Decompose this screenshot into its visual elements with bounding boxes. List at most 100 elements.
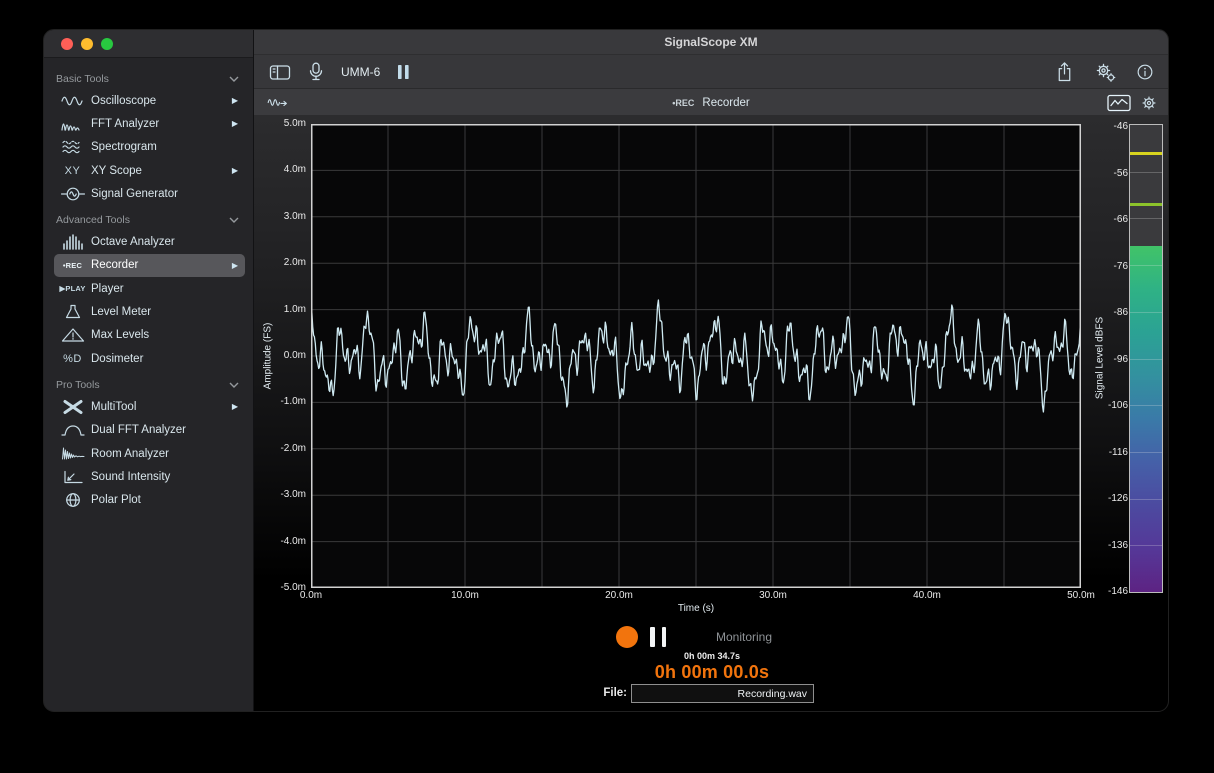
section-label: Basic Tools: [56, 73, 109, 85]
sidebar-item-dual-fft-analyzer[interactable]: Dual FFT Analyzer: [54, 419, 245, 442]
x-tick-label: 40.0m: [897, 590, 957, 602]
level-meter-icon: [56, 304, 89, 320]
elapsed-time: 0h 00m 00.0s: [599, 662, 825, 683]
y-tick-label: 0.0m: [254, 350, 306, 362]
y-tick-label: 2.0m: [254, 257, 306, 269]
sidebar-item-label: Dosimeter: [89, 353, 238, 365]
sidebar: Basic ToolsOscilloscope▶FFT Analyzer▶Spe…: [44, 30, 253, 711]
max-levels-icon: [56, 327, 89, 343]
x-tick-label: 10.0m: [435, 590, 495, 602]
sidebar-item-label: FFT Analyzer: [89, 118, 232, 130]
monitoring-status: Monitoring: [716, 630, 772, 644]
sidebar-item-fft-analyzer[interactable]: FFT Analyzer▶: [54, 112, 245, 135]
gear-icon: [1140, 94, 1158, 112]
input-device-name[interactable]: UMM-6: [341, 65, 380, 79]
oscilloscope-icon: [56, 93, 89, 109]
meter-segment-line: [1130, 405, 1162, 406]
sidebar-item-signal-generator[interactable]: Signal Generator: [54, 182, 245, 205]
meter-segment-line: [1130, 499, 1162, 500]
sound-intensity-icon: [56, 469, 89, 485]
meter-fill: [1130, 246, 1162, 592]
record-button[interactable]: [616, 626, 638, 648]
sidebar-item-label: Signal Generator: [89, 188, 238, 200]
meter-segment-line: [1130, 218, 1162, 219]
sidebar-item-level-meter[interactable]: Level Meter: [54, 300, 245, 323]
meter-segment-line: [1130, 265, 1162, 266]
sidebar-item-player[interactable]: ▶PLAYPlayer: [54, 277, 245, 300]
multitool-icon: [56, 399, 89, 415]
zoom-window-button[interactable]: [101, 38, 113, 50]
y-tick-label: 4.0m: [254, 164, 306, 176]
room-analyzer-icon: [56, 446, 89, 462]
expand-arrow-icon: ▶: [232, 261, 238, 270]
close-window-button[interactable]: [61, 38, 73, 50]
meter-segment-line: [1130, 359, 1162, 360]
toolbar-pause-button[interactable]: [397, 64, 410, 80]
sidebar-item-max-levels[interactable]: Max Levels: [54, 324, 245, 347]
rec-badge: •REC: [672, 98, 694, 108]
file-name-input[interactable]: [631, 684, 814, 703]
microphone-button[interactable]: [308, 62, 324, 82]
gear-button[interactable]: [1140, 94, 1158, 112]
pause-bar: [650, 627, 655, 647]
sidebar-item-label: Recorder: [89, 259, 232, 271]
section-header-advanced-tools[interactable]: Advanced Tools: [54, 209, 245, 230]
sidebar-item-multitool[interactable]: MultiTool▶: [54, 395, 245, 418]
y-tick-label: -3.0m: [254, 489, 306, 501]
expand-arrow-icon: ▶: [232, 119, 238, 128]
sidebar-item-label: Dual FFT Analyzer: [89, 424, 238, 436]
meter-segment-line: [1130, 452, 1162, 453]
sidebar-item-label: Polar Plot: [89, 494, 238, 506]
meter-tick-label: -66: [1080, 214, 1128, 226]
signal-generator-icon: [56, 186, 89, 202]
expand-arrow-icon: ▶: [232, 166, 238, 175]
y-tick-label: 3.0m: [254, 211, 306, 223]
sidebar-item-spectrogram[interactable]: Spectrogram: [54, 136, 245, 159]
dual-fft-analyzer-icon: [56, 422, 89, 438]
minimize-window-button[interactable]: [81, 38, 93, 50]
waveform-plot: [311, 124, 1081, 588]
pause-button[interactable]: [650, 627, 666, 647]
peak-hold-indicator: [1130, 152, 1162, 155]
sidebar-item-recorder[interactable]: •RECRecorder▶: [54, 254, 245, 277]
meter-tick-label: -56: [1080, 168, 1128, 180]
sidebar-item-oscilloscope[interactable]: Oscilloscope▶: [54, 89, 245, 112]
expand-arrow-icon: ▶: [232, 96, 238, 105]
x-tick-label: 20.0m: [589, 590, 649, 602]
meter-segment-line: [1130, 312, 1162, 313]
sidebar-item-sound-intensity[interactable]: Sound Intensity: [54, 465, 245, 488]
sidebar-item-xy-scope[interactable]: XYXY Scope▶: [54, 159, 245, 182]
chevron-down-icon: [229, 217, 239, 223]
sidebar-item-label: Max Levels: [89, 329, 238, 341]
section-header-pro-tools[interactable]: Pro Tools: [54, 374, 245, 395]
secondary-peak-indicator: [1130, 203, 1162, 206]
sidebar-item-room-analyzer[interactable]: Room Analyzer: [54, 442, 245, 465]
sidebar-item-label: Sound Intensity: [89, 471, 238, 483]
sidebar-titlebar: [44, 30, 253, 58]
settings-gears-button[interactable]: [1094, 62, 1116, 82]
chart-display-icon: [1107, 94, 1131, 112]
sidebar-toggle-button[interactable]: [269, 64, 291, 81]
sidebar-item-label: Room Analyzer: [89, 448, 238, 460]
recorder-header-right: [1107, 89, 1158, 116]
share-button[interactable]: [1055, 61, 1074, 83]
info-button[interactable]: [1136, 63, 1154, 81]
sidebar-item-polar-plot[interactable]: Polar Plot: [54, 488, 245, 511]
sidebar-item-label: Level Meter: [89, 306, 238, 318]
sidebar-item-dosimeter[interactable]: %DDosimeter: [54, 347, 245, 370]
octave-analyzer-icon: [56, 234, 89, 250]
pause-bar: [662, 627, 667, 647]
chart-display-button[interactable]: [1107, 94, 1131, 112]
sidebar-item-octave-analyzer[interactable]: Octave Analyzer: [54, 230, 245, 253]
section-label: Pro Tools: [56, 379, 100, 391]
dosimeter-icon: %D: [56, 353, 89, 365]
toolbar-pause-icon: [397, 64, 410, 80]
titlebar: SignalScope XM: [254, 30, 1168, 54]
share-icon: [1055, 61, 1074, 83]
xy-scope-icon: XY: [56, 165, 89, 177]
meter-tick-label: -146: [1080, 586, 1128, 598]
section-header-basic-tools[interactable]: Basic Tools: [54, 68, 245, 89]
sidebar-item-label: Spectrogram: [89, 141, 238, 153]
sidebar-item-label: Oscilloscope: [89, 95, 232, 107]
x-axis-label: Time (s): [648, 603, 744, 614]
